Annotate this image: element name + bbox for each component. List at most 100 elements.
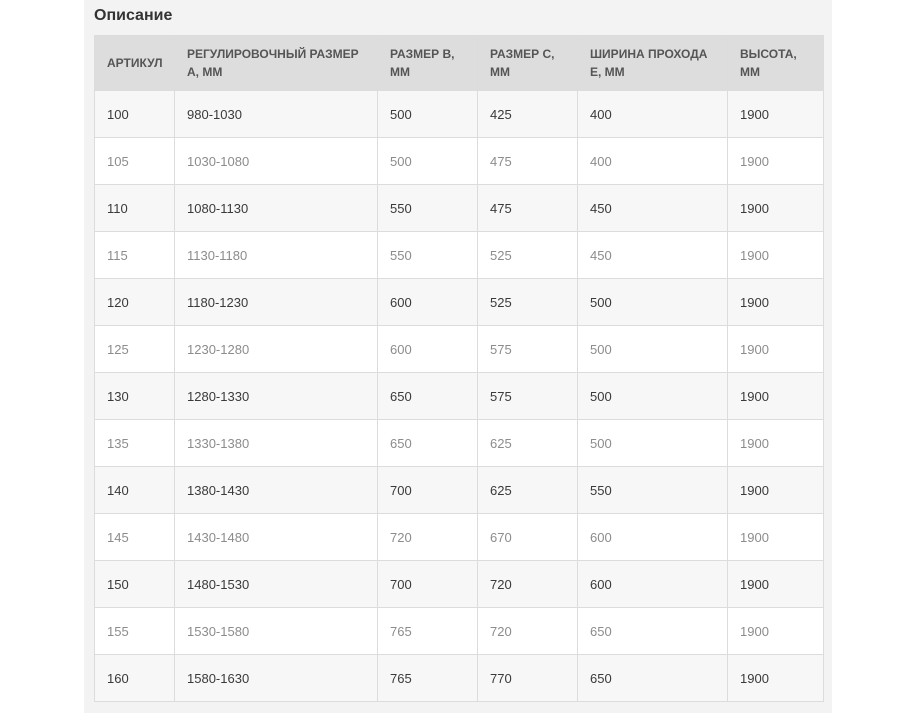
- passage-width-e-cell: 450: [577, 231, 728, 279]
- table-header-row: АРТИКУЛ РЕГУЛИРОВОЧНЫЙ РАЗМЕР А, ММ РАЗМ…: [94, 35, 824, 91]
- size-c-cell: 625: [477, 466, 578, 514]
- size-b-cell: 650: [377, 419, 478, 467]
- article-cell: 160: [94, 654, 175, 702]
- height-cell: 1900: [727, 654, 824, 702]
- table-row: 160 1580-1630 765 770 650 1900: [94, 654, 824, 702]
- adjust-size-a-cell: 1080-1130: [174, 184, 378, 232]
- article-cell: 100: [94, 90, 175, 138]
- table-row: 150 1480-1530 700 720 600 1900: [94, 560, 824, 608]
- adjust-size-a-cell: 1480-1530: [174, 560, 378, 608]
- height-cell: 1900: [727, 466, 824, 514]
- size-c-cell: 770: [477, 654, 578, 702]
- size-b-cell: 700: [377, 560, 478, 608]
- height-cell: 1900: [727, 278, 824, 326]
- size-c-cell: 475: [477, 137, 578, 185]
- passage-width-e-cell: 400: [577, 137, 728, 185]
- size-c-cell: 625: [477, 419, 578, 467]
- adjust-size-a-cell: 1580-1630: [174, 654, 378, 702]
- passage-width-e-cell: 500: [577, 372, 728, 420]
- passage-width-e-cell: 500: [577, 278, 728, 326]
- article-cell: 115: [94, 231, 175, 279]
- size-c-cell: 525: [477, 231, 578, 279]
- height-cell: 1900: [727, 231, 824, 279]
- height-cell: 1900: [727, 607, 824, 655]
- size-c-cell: 720: [477, 607, 578, 655]
- size-b-cell: 600: [377, 278, 478, 326]
- passage-width-e-cell: 600: [577, 513, 728, 561]
- height-cell: 1900: [727, 325, 824, 373]
- table-row: 120 1180-1230 600 525 500 1900: [94, 278, 824, 326]
- adjust-size-a-cell: 1130-1180: [174, 231, 378, 279]
- size-b-cell: 550: [377, 184, 478, 232]
- description-panel: Описание АРТИКУЛ РЕГУЛИРОВОЧНЫЙ РАЗМЕР А…: [84, 0, 832, 713]
- adjust-size-a-cell: 1230-1280: [174, 325, 378, 373]
- table-row: 100 980-1030 500 425 400 1900: [94, 90, 824, 138]
- passage-width-e-cell: 450: [577, 184, 728, 232]
- size-c-cell: 575: [477, 372, 578, 420]
- article-cell: 120: [94, 278, 175, 326]
- height-cell: 1900: [727, 419, 824, 467]
- adjust-size-a-cell: 1430-1480: [174, 513, 378, 561]
- table-row: 155 1530-1580 765 720 650 1900: [94, 607, 824, 655]
- section-title: Описание: [94, 7, 173, 24]
- adjust-size-a-cell: 1180-1230: [174, 278, 378, 326]
- adjust-size-a-cell: 980-1030: [174, 90, 378, 138]
- size-c-cell: 525: [477, 278, 578, 326]
- article-cell: 140: [94, 466, 175, 514]
- spec-table: АРТИКУЛ РЕГУЛИРОВОЧНЫЙ РАЗМЕР А, ММ РАЗМ…: [94, 35, 824, 702]
- size-c-cell: 575: [477, 325, 578, 373]
- column-header-size-c: РАЗМЕР С, ММ: [477, 35, 578, 91]
- height-cell: 1900: [727, 184, 824, 232]
- size-b-cell: 600: [377, 325, 478, 373]
- table-row: 105 1030-1080 500 475 400 1900: [94, 137, 824, 185]
- article-cell: 135: [94, 419, 175, 467]
- table-row: 140 1380-1430 700 625 550 1900: [94, 466, 824, 514]
- adjust-size-a-cell: 1380-1430: [174, 466, 378, 514]
- height-cell: 1900: [727, 372, 824, 420]
- column-header-height: ВЫСОТА, ММ: [727, 35, 824, 91]
- height-cell: 1900: [727, 90, 824, 138]
- table-row: 145 1430-1480 720 670 600 1900: [94, 513, 824, 561]
- adjust-size-a-cell: 1530-1580: [174, 607, 378, 655]
- article-cell: 105: [94, 137, 175, 185]
- passage-width-e-cell: 650: [577, 607, 728, 655]
- table-row: 115 1130-1180 550 525 450 1900: [94, 231, 824, 279]
- passage-width-e-cell: 500: [577, 419, 728, 467]
- passage-width-e-cell: 600: [577, 560, 728, 608]
- passage-width-e-cell: 550: [577, 466, 728, 514]
- adjust-size-a-cell: 1280-1330: [174, 372, 378, 420]
- table-row: 110 1080-1130 550 475 450 1900: [94, 184, 824, 232]
- size-c-cell: 720: [477, 560, 578, 608]
- size-b-cell: 700: [377, 466, 478, 514]
- table-row: 125 1230-1280 600 575 500 1900: [94, 325, 824, 373]
- column-header-size-b: РАЗМЕР В, ММ: [377, 35, 478, 91]
- size-c-cell: 670: [477, 513, 578, 561]
- size-b-cell: 765: [377, 607, 478, 655]
- article-cell: 130: [94, 372, 175, 420]
- size-c-cell: 425: [477, 90, 578, 138]
- column-header-passage-width-e: ШИРИНА ПРОХОДА Е, ММ: [577, 35, 728, 91]
- size-c-cell: 475: [477, 184, 578, 232]
- adjust-size-a-cell: 1330-1380: [174, 419, 378, 467]
- size-b-cell: 500: [377, 137, 478, 185]
- size-b-cell: 650: [377, 372, 478, 420]
- size-b-cell: 765: [377, 654, 478, 702]
- height-cell: 1900: [727, 137, 824, 185]
- height-cell: 1900: [727, 513, 824, 561]
- article-cell: 125: [94, 325, 175, 373]
- column-header-article: АРТИКУЛ: [94, 35, 175, 91]
- size-b-cell: 720: [377, 513, 478, 561]
- passage-width-e-cell: 500: [577, 325, 728, 373]
- size-b-cell: 550: [377, 231, 478, 279]
- table-row: 135 1330-1380 650 625 500 1900: [94, 419, 824, 467]
- passage-width-e-cell: 650: [577, 654, 728, 702]
- table-body: 100 980-1030 500 425 400 1900 105 1030-1080 500 4…: [94, 90, 824, 702]
- article-cell: 155: [94, 607, 175, 655]
- article-cell: 110: [94, 184, 175, 232]
- table-row: 130 1280-1330 650 575 500 1900: [94, 372, 824, 420]
- adjust-size-a-cell: 1030-1080: [174, 137, 378, 185]
- article-cell: 150: [94, 560, 175, 608]
- article-cell: 145: [94, 513, 175, 561]
- size-b-cell: 500: [377, 90, 478, 138]
- height-cell: 1900: [727, 560, 824, 608]
